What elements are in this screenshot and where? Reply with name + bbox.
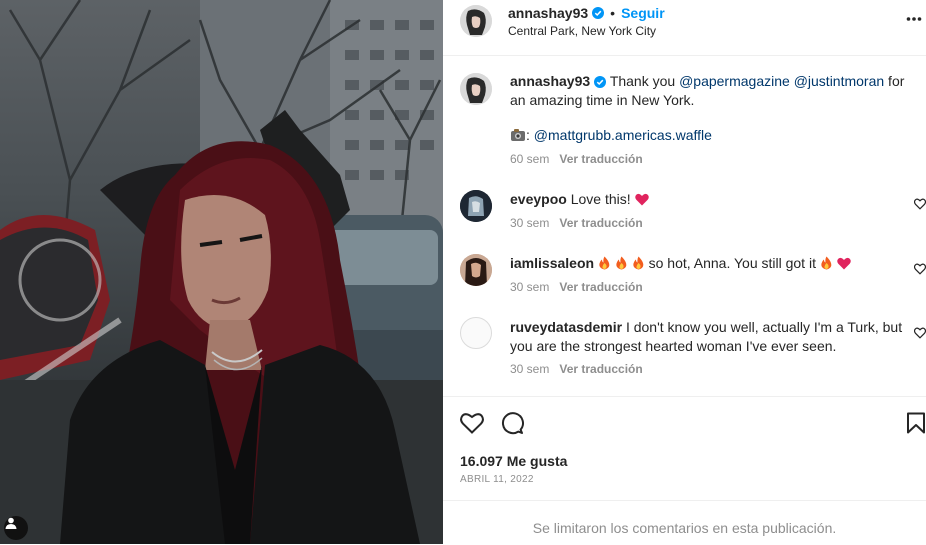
caption-credit-separator: : (526, 127, 530, 143)
header-separator: • (610, 5, 616, 21)
caption-text-after: for (884, 73, 905, 89)
comment-avatar[interactable] (460, 254, 492, 286)
post-actions: 16.097 Me gusta ABRIL 11, 2022 (443, 396, 926, 501)
follow-button[interactable]: Seguir (621, 5, 665, 21)
user-tag-icon (5, 517, 17, 529)
camera-emoji-icon (511, 129, 525, 141)
comment-username[interactable]: ruveydatasdemir (510, 319, 622, 335)
likes-count[interactable]: 16.097 Me gusta (460, 453, 567, 469)
comment-translate-link[interactable]: Ver traducción (559, 362, 642, 376)
comments-list[interactable]: annashay93 Thank you @papermagazine @jus… (443, 56, 926, 396)
comment-meta: 30 sem Ver traducción (510, 362, 643, 376)
fire-emoji-icon (633, 256, 644, 270)
red-heart-emoji-icon (836, 257, 851, 270)
comment-body-line-2: you are the strongest hearted woman I've… (510, 338, 837, 354)
post-date[interactable]: ABRIL 11, 2022 (460, 474, 534, 485)
comment-body: so hot, Anna. You still got it (648, 255, 816, 271)
comments-limited-notice: Se limitaron los comentarios en esta pub… (532, 520, 837, 536)
save-bookmark-icon[interactable] (906, 412, 926, 434)
comment-like-heart-icon[interactable] (914, 263, 926, 275)
comment-username[interactable]: iamlissaleon (510, 255, 594, 271)
comment-text: iamlissaleon so hot, Anna. You still got… (510, 254, 851, 273)
red-heart-emoji-icon (634, 193, 649, 206)
caption-text-before: Thank you (609, 73, 680, 89)
comment-translate-link[interactable]: Ver traducción (559, 280, 642, 294)
comment-text: ruveydatasdemir I don't know you well, a… (510, 318, 922, 356)
comment-time[interactable]: 30 sem (510, 216, 549, 230)
post-photo[interactable] (0, 0, 443, 544)
instagram-post-view: annashay93 • Seguir Central Park, New Yo… (0, 0, 926, 544)
caption-avatar-image (460, 73, 492, 105)
comments-limited-footer: Se limitaron los comentarios en esta pub… (443, 500, 926, 545)
caption-translate-link[interactable]: Ver traducción (559, 152, 642, 166)
comment-like-heart-icon[interactable] (914, 327, 926, 339)
fire-emoji-icon (616, 256, 627, 270)
post-location[interactable]: Central Park, New York City (508, 24, 656, 38)
comment-time[interactable]: 30 sem (510, 362, 549, 376)
user-tag-button[interactable] (4, 516, 28, 540)
comment-meta: 30 sem Ver traducción (510, 280, 643, 294)
comment-body: Love this! (570, 191, 631, 207)
more-options-icon[interactable] (906, 16, 922, 22)
like-heart-icon[interactable] (460, 412, 484, 434)
comment-avatar[interactable] (460, 190, 492, 222)
caption-mention-papermagazine[interactable]: @papermagazine (679, 73, 790, 89)
comment-body: I don't know you well, actually I'm a Tu… (625, 319, 903, 335)
comment-like-heart-icon[interactable] (914, 198, 926, 210)
caption-verified-icon (594, 76, 607, 88)
caption-avatar[interactable] (460, 73, 492, 105)
verified-badge-icon (592, 7, 605, 19)
caption-line-2: an amazing time in New York. (510, 92, 695, 108)
comment-text: eveypoo Love this! (510, 190, 649, 209)
comment-bubble-icon[interactable] (500, 411, 524, 435)
caption-mention-mattgrubb[interactable]: @mattgrubb.americas.waffle (534, 127, 712, 143)
comment-avatar-image (460, 190, 492, 222)
author-avatar-image (460, 5, 492, 37)
fire-emoji-icon (599, 256, 610, 270)
caption-text: annashay93 Thank you @papermagazine @jus… (510, 72, 915, 110)
post-header: annashay93 • Seguir Central Park, New Yo… (443, 0, 926, 56)
caption-time[interactable]: 60 sem (510, 152, 549, 166)
comment-translate-link[interactable]: Ver traducción (559, 216, 642, 230)
caption-credit: : @mattgrubb.americas.waffle (510, 126, 712, 145)
post-side-panel: annashay93 • Seguir Central Park, New Yo… (443, 0, 926, 544)
comment-avatar[interactable] (460, 317, 492, 349)
fire-emoji-icon (821, 256, 832, 270)
comment-meta: 30 sem Ver traducción (510, 216, 643, 230)
author-avatar[interactable] (460, 5, 492, 37)
comment-avatar-image (460, 254, 492, 286)
caption-meta: 60 sem Ver traducción (510, 152, 643, 166)
caption-username[interactable]: annashay93 (510, 73, 590, 89)
comment-time[interactable]: 30 sem (510, 280, 549, 294)
author-username[interactable]: annashay93 (508, 5, 588, 21)
comment-username[interactable]: eveypoo (510, 191, 567, 207)
photo-illustration (0, 0, 443, 544)
caption-mention-justintmoran[interactable]: @justintmoran (794, 73, 884, 89)
